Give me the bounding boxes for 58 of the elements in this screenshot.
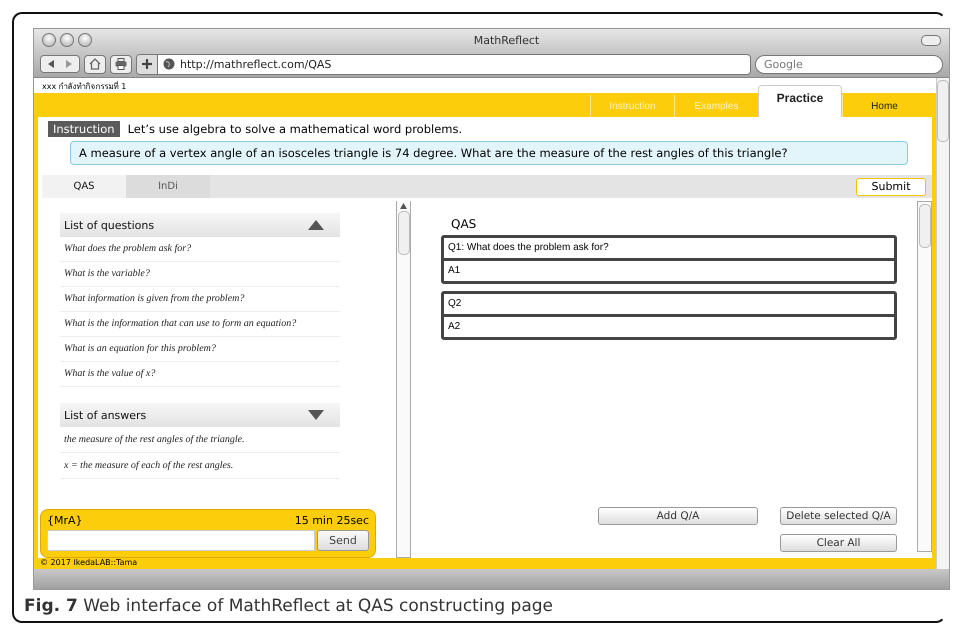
add-bookmark-button[interactable]: [137, 54, 158, 74]
tab[interactable]: InDi: [126, 175, 210, 198]
list-header[interactable]: List of questions: [60, 213, 340, 237]
footer-text: © 2017 IkedaLAB::Tama: [34, 558, 936, 569]
instruction-label: Instruction: [48, 121, 120, 137]
address-field[interactable]: http://mathreflect.com/QAS: [136, 54, 751, 74]
question-item[interactable]: What does the problem ask for?: [60, 237, 340, 262]
scrollbar[interactable]: [396, 201, 411, 558]
clear-button[interactable]: Clear All: [780, 534, 897, 552]
home-button[interactable]: [84, 54, 106, 74]
globe-icon: [163, 58, 175, 70]
scroll-thumb[interactable]: [918, 204, 930, 248]
answer-field[interactable]: A1: [444, 258, 894, 281]
collapse-icon[interactable]: [308, 220, 324, 230]
send-button[interactable]: Send: [317, 530, 369, 551]
chat-input[interactable]: [47, 530, 315, 551]
expand-icon[interactable]: [308, 410, 324, 420]
printer-icon: [114, 57, 128, 71]
question-item[interactable]: What information is given from the problem?: [60, 287, 340, 312]
scrollbar[interactable]: [917, 201, 932, 552]
question-item[interactable]: What is an equation for this problem?: [60, 337, 340, 362]
delete-button[interactable]: Delete selected Q/A: [780, 507, 897, 525]
answer-item[interactable]: the measure of the rest angles of the triangle.: [60, 427, 340, 453]
window-title: MathReflect: [472, 34, 540, 46]
question-field[interactable]: Q1: What does the problem ask for?: [444, 238, 894, 258]
answer-item[interactable]: x = the measure of each of the rest angles.: [60, 453, 340, 479]
timer-text: 15 min 25sec: [294, 514, 369, 527]
qa-pair[interactable]: Q1: What does the problem ask for? A1: [441, 235, 897, 284]
back-forward-control[interactable]: [40, 55, 80, 73]
home-icon: [88, 57, 102, 71]
toolbar-toggle-icon[interactable]: [921, 34, 941, 46]
figure-caption: Fig. 7 Web interface of MathReflect at QAS constructing page: [23, 595, 554, 616]
problem-text: A measure of a vertex angle of an isosceles triangle is 74 degree. What are the measure of the rest angles of this triangle?: [70, 141, 908, 165]
question-item[interactable]: What is the variable?: [60, 262, 340, 287]
instruction-text: Let’s use algebra to solve a mathematical word problems.: [128, 122, 462, 136]
status-text: xxx กำลังทำกิจกรรมที่ 1: [41, 80, 128, 93]
page-scrollbar[interactable]: [936, 78, 949, 569]
answer-field[interactable]: A2: [444, 314, 894, 337]
add-button[interactable]: Add Q/A: [598, 507, 758, 525]
question-field[interactable]: Q2: [444, 294, 894, 314]
plus-icon: [141, 58, 153, 70]
scroll-thumb[interactable]: [937, 80, 949, 142]
scroll-up-icon[interactable]: [400, 203, 407, 209]
scroll-thumb[interactable]: [398, 211, 410, 255]
search-field[interactable]: Google: [755, 54, 943, 74]
print-button[interactable]: [110, 54, 132, 74]
submit-button[interactable]: Submit: [856, 178, 926, 196]
list-header[interactable]: List of answers: [60, 403, 340, 427]
section-heading: QAS: [451, 217, 478, 231]
nav-tab[interactable]: Practice: [758, 85, 842, 117]
close-icon[interactable]: [42, 33, 56, 47]
tab[interactable]: QAS: [42, 175, 126, 198]
qa-pair[interactable]: Q2 A2: [441, 291, 897, 340]
question-item[interactable]: What is the information that can use to form an equation?: [60, 312, 340, 337]
zoom-icon[interactable]: [78, 33, 92, 47]
question-item[interactable]: What is the value of x?: [60, 362, 340, 387]
chat-user: {MrA}: [47, 514, 83, 527]
minimize-icon[interactable]: [60, 33, 74, 47]
